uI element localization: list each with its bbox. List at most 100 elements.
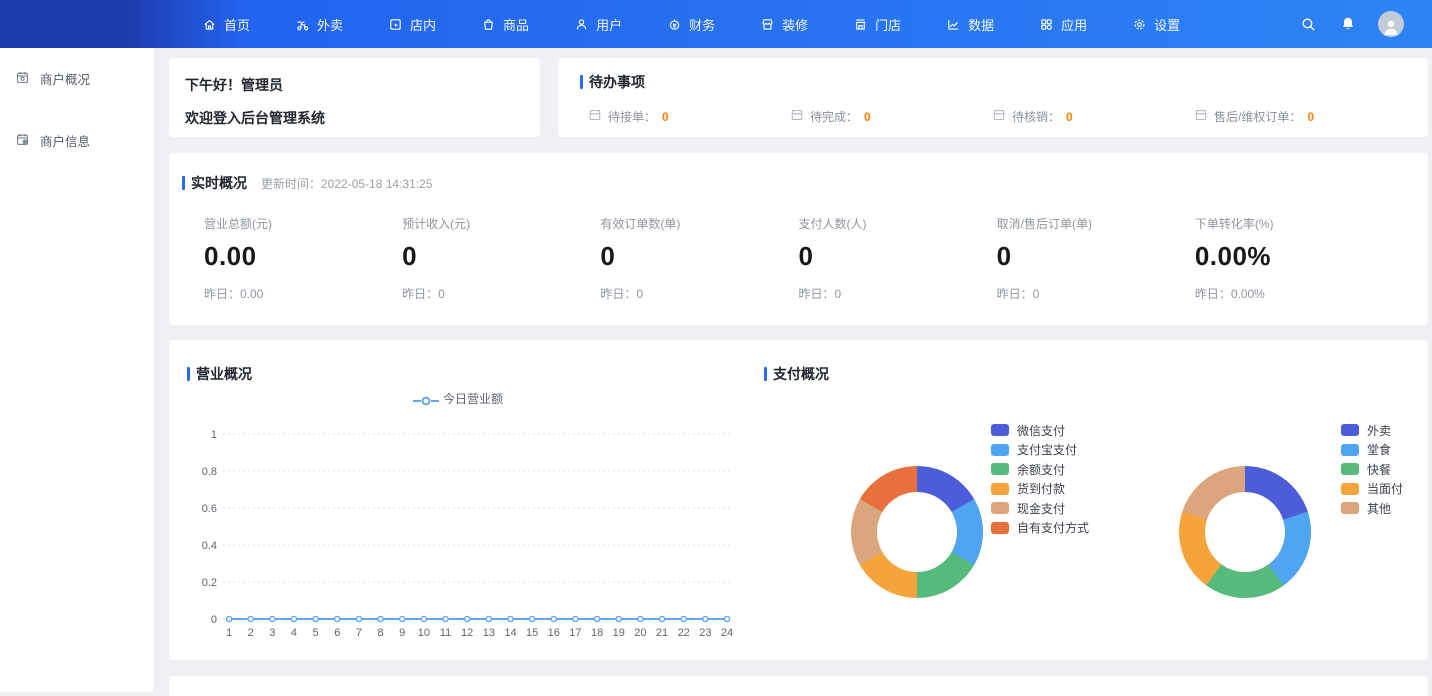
svg-text:6: 6 xyxy=(334,627,340,639)
svg-text:17: 17 xyxy=(569,627,581,639)
svg-text:13: 13 xyxy=(483,627,495,639)
welcome-subtitle: 欢迎登入后台管理系统 xyxy=(185,108,540,128)
nav-item-store[interactable]: 门店 xyxy=(853,15,901,34)
nav-item-instore[interactable]: 店内 xyxy=(388,15,436,34)
svg-text:23: 23 xyxy=(699,627,711,639)
svg-text:9: 9 xyxy=(399,627,405,639)
svg-text:20: 20 xyxy=(634,627,646,639)
todo-count: 0 xyxy=(662,110,669,124)
legend-swatch xyxy=(1341,502,1359,514)
svg-text:14: 14 xyxy=(504,627,516,639)
nav-item-apps[interactable]: 应用 xyxy=(1039,15,1087,34)
home-icon xyxy=(202,17,217,32)
legend-swatch xyxy=(1341,444,1359,456)
decorate-icon xyxy=(760,17,775,32)
todo-count: 0 xyxy=(1066,110,1073,124)
svg-text:0: 0 xyxy=(211,614,217,626)
sidebar-item-merchant-info[interactable]: 商户信息 xyxy=(0,117,154,164)
stat-paying-users: 支付人数(人) 0 昨日：0 xyxy=(799,215,997,302)
section-bar xyxy=(764,367,767,381)
next-section-card xyxy=(169,676,1428,696)
svg-text:0.4: 0.4 xyxy=(202,540,217,552)
nav-item-takeout[interactable]: 外卖 xyxy=(295,15,343,34)
legend-item[interactable]: 余额支付 xyxy=(991,463,1089,475)
finance-icon xyxy=(667,17,682,32)
nav-item-data[interactable]: 数据 xyxy=(946,15,994,34)
legend-item[interactable]: 自有支付方式 xyxy=(991,522,1089,534)
legend-swatch xyxy=(1341,424,1359,436)
stat-valid-orders: 有效订单数(单) 0 昨日：0 xyxy=(600,215,798,302)
legend-item[interactable]: 其他 xyxy=(1341,502,1403,514)
nav-menu: 首页 外卖 店内 商品 用户 财务 装修 门店 xyxy=(0,15,1180,34)
user-avatar[interactable] xyxy=(1378,11,1404,37)
legend-swatch xyxy=(991,424,1009,436)
nav-item-finance[interactable]: 财务 xyxy=(667,15,715,34)
bell-icon[interactable] xyxy=(1338,14,1358,34)
nav-item-goods[interactable]: 商品 xyxy=(481,15,529,34)
todo-items: 待接单：0 待完成：0 待核销：0 售后/维权订单：0 xyxy=(588,108,1428,125)
sidebar-item-merchant-overview[interactable]: 商户概况 xyxy=(0,55,154,102)
order-type-legend: 外卖堂食快餐当面付其他 xyxy=(1341,424,1403,522)
nav-item-user[interactable]: 用户 xyxy=(574,15,622,34)
stat-cancel-aftersale: 取消/售后订单(单) 0 昨日：0 xyxy=(997,215,1195,302)
legend-swatch xyxy=(991,522,1009,534)
top-navbar: 首页 外卖 店内 商品 用户 财务 装修 门店 xyxy=(0,0,1432,48)
donut-hole xyxy=(1205,492,1285,572)
svg-text:3: 3 xyxy=(269,627,275,639)
business-overview-title: 营业概况 xyxy=(196,364,252,384)
legend-item[interactable]: 支付宝支付 xyxy=(991,444,1089,456)
svg-text:11: 11 xyxy=(440,627,451,639)
svg-text:4: 4 xyxy=(291,627,297,639)
stat-expected-income: 预计收入(元) 0 昨日：0 xyxy=(402,215,600,302)
payment-method-donut-chart xyxy=(851,466,983,598)
svg-text:16: 16 xyxy=(548,627,560,639)
charts-card: 营业概况 支付概况 今日营业额 00.20.40.60.811234567891… xyxy=(169,340,1428,660)
payment-overview-title: 支付概况 xyxy=(773,364,829,384)
svg-text:18: 18 xyxy=(591,627,603,639)
svg-text:0.2: 0.2 xyxy=(202,577,217,589)
svg-text:21: 21 xyxy=(656,627,668,639)
goods-icon xyxy=(481,17,496,32)
svg-text:8: 8 xyxy=(378,627,384,639)
todo-count: 0 xyxy=(864,110,871,124)
ticket-icon xyxy=(1194,108,1208,125)
line-chart-legend[interactable]: 今日营业额 xyxy=(169,390,747,407)
todo-item-pending-complete[interactable]: 待完成：0 xyxy=(790,108,992,125)
user-icon xyxy=(574,17,589,32)
legend-item[interactable]: 微信支付 xyxy=(991,424,1089,436)
realtime-stats: 营业总额(元) 0.00 昨日：0.00 预计收入(元) 0 昨日：0 有效订单… xyxy=(204,215,1393,302)
legend-item[interactable]: 快餐 xyxy=(1341,463,1403,475)
legend-item[interactable]: 现金支付 xyxy=(991,502,1089,514)
ticket-icon xyxy=(790,108,804,125)
payment-method-legend: 微信支付支付宝支付余额支付货到付款现金支付自有支付方式 xyxy=(991,424,1089,541)
main-content: 下午好！管理员 欢迎登入后台管理系统 待办事项 待接单：0 待完成：0 待核销：… xyxy=(156,48,1432,692)
nav-item-settings[interactable]: 设置 xyxy=(1132,15,1180,34)
todo-count: 0 xyxy=(1307,110,1314,124)
legend-swatch xyxy=(1341,463,1359,475)
section-bar xyxy=(182,176,185,190)
todo-item-pending-accept[interactable]: 待接单：0 xyxy=(588,108,790,125)
settings-icon xyxy=(1132,17,1147,32)
nav-item-decorate[interactable]: 装修 xyxy=(760,15,808,34)
takeout-icon xyxy=(295,17,310,32)
svg-text:5: 5 xyxy=(313,627,319,639)
legend-item[interactable]: 当面付 xyxy=(1341,483,1403,495)
donut-hole xyxy=(877,492,957,572)
svg-text:2: 2 xyxy=(248,627,254,639)
svg-text:10: 10 xyxy=(418,627,430,639)
legend-item[interactable]: 堂食 xyxy=(1341,444,1403,456)
search-icon[interactable] xyxy=(1298,14,1318,34)
todo-item-pending-verify[interactable]: 待核销：0 xyxy=(992,108,1194,125)
realtime-title: 实时概况 xyxy=(191,173,247,193)
legend-swatch xyxy=(991,463,1009,475)
todo-item-aftersale-orders[interactable]: 售后/维权订单：0 xyxy=(1194,108,1396,125)
legend-item[interactable]: 外卖 xyxy=(1341,424,1403,436)
instore-icon xyxy=(388,17,403,32)
merchant-overview-icon xyxy=(15,70,30,88)
nav-item-home[interactable]: 首页 xyxy=(202,15,250,34)
todo-card: 待办事项 待接单：0 待完成：0 待核销：0 售后/维权订单：0 xyxy=(558,58,1428,137)
today-sales-line-chart: 00.20.40.60.8112345678910111213141516171… xyxy=(193,416,741,653)
data-icon xyxy=(946,17,961,32)
legend-item[interactable]: 货到付款 xyxy=(991,483,1089,495)
svg-text:24: 24 xyxy=(721,627,733,639)
